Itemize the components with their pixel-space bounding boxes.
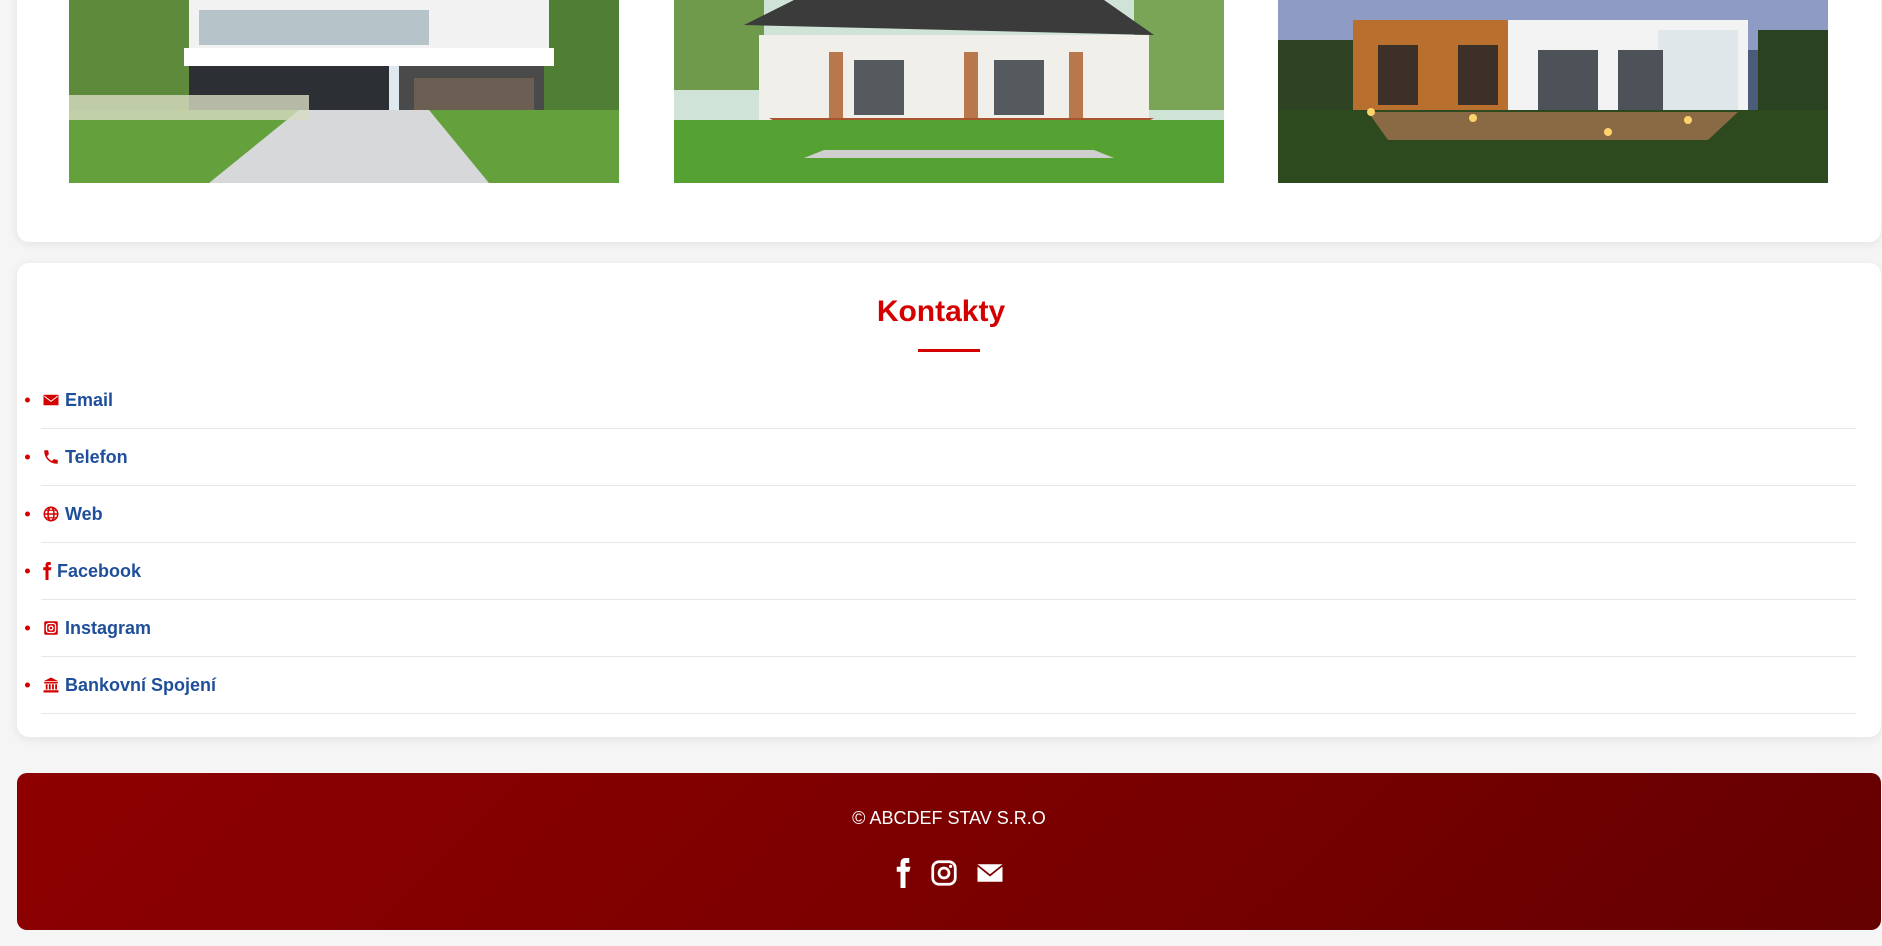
- contact-label: Telefon: [65, 446, 128, 467]
- contact-link-web[interactable]: Web: [41, 504, 103, 525]
- footer: © ABCDEF STAV S.R.O: [17, 773, 1881, 930]
- list-bullet: [25, 397, 30, 403]
- list-bullet: [25, 511, 30, 517]
- contact-item-facebook: Facebook: [25, 543, 1856, 600]
- contact-link-phone[interactable]: Telefon: [41, 447, 128, 468]
- envelope-icon[interactable]: [975, 857, 1005, 889]
- contact-item-instagram: Instagram: [25, 600, 1856, 657]
- contact-link-instagram[interactable]: Instagram: [41, 618, 151, 639]
- contact-item-bank: Bankovní Spojení: [25, 657, 1856, 714]
- contact-item-phone: Telefon: [25, 429, 1856, 486]
- contact-item-email: Email: [25, 372, 1856, 429]
- contact-link-email[interactable]: Email: [41, 390, 113, 411]
- contact-label: Instagram: [65, 617, 152, 638]
- contact-label: Facebook: [57, 560, 142, 581]
- gallery-image-bungalow[interactable]: [674, 0, 1224, 183]
- envelope-icon: [41, 390, 61, 410]
- footer-social-links: [17, 857, 1881, 889]
- contact-label: Bankovní Spojení: [65, 674, 217, 695]
- contacts-title: Kontakty: [876, 295, 1006, 328]
- gallery-image-night-house[interactable]: [1278, 0, 1828, 183]
- phone-icon: [41, 447, 61, 467]
- facebook-icon: [41, 561, 53, 581]
- facebook-icon[interactable]: [893, 857, 913, 889]
- globe-icon: [41, 504, 61, 524]
- instagram-icon: [41, 618, 61, 638]
- list-bullet: [25, 454, 30, 460]
- contact-link-facebook[interactable]: Facebook: [41, 561, 141, 582]
- instagram-icon[interactable]: [929, 857, 959, 889]
- bank-icon: [41, 675, 61, 695]
- contact-label: Web: [65, 503, 103, 524]
- list-bullet: [25, 682, 30, 688]
- title-underline: [918, 349, 980, 352]
- list-bullet: [25, 625, 30, 631]
- list-bullet: [25, 568, 30, 574]
- contact-link-bank[interactable]: Bankovní Spojení: [41, 675, 216, 696]
- contact-label: Email: [65, 389, 114, 410]
- contact-item-web: Web: [25, 486, 1856, 543]
- contacts-list: Email Telefon Web Facebook Instagram Ban…: [25, 372, 1856, 714]
- gallery-image-modern-villa[interactable]: [69, 0, 619, 183]
- copyright-text: © ABCDEF STAV S.R.O: [852, 808, 1046, 828]
